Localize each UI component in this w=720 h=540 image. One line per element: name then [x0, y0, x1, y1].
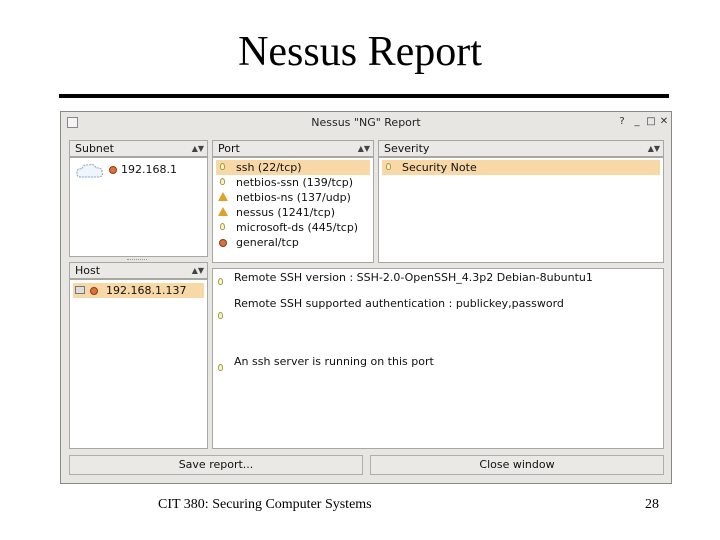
- window-title: Nessus "NG" Report: [311, 116, 421, 129]
- note-bulb-icon: [218, 278, 223, 285]
- help-button[interactable]: ?: [616, 116, 628, 128]
- port-item[interactable]: microsoft-ds (445/tcp): [216, 220, 370, 235]
- subnet-list[interactable]: 192.168.1: [69, 157, 208, 257]
- minimize-button[interactable]: _: [631, 116, 643, 128]
- sort-arrow-icon: ▲▼: [647, 144, 660, 153]
- port-label: microsoft-ds (445/tcp): [236, 221, 359, 234]
- danger-dot-icon: [109, 166, 117, 174]
- danger-dot-icon: [90, 287, 98, 295]
- save-report-button[interactable]: Save report...: [69, 455, 363, 475]
- port-label: nessus (1241/tcp): [236, 206, 336, 219]
- subnet-header-label: Subnet: [75, 142, 114, 155]
- sort-arrow-icon: ▲▼: [357, 144, 370, 153]
- port-label: netbios-ssn (139/tcp): [236, 176, 354, 189]
- severity-list[interactable]: Security Note: [378, 157, 664, 263]
- host-label: 192.168.1.137: [106, 284, 187, 297]
- sort-arrow-icon: ▲▼: [191, 144, 204, 153]
- port-label: netbios-ns (137/udp): [236, 191, 351, 204]
- network-cloud-icon: [76, 163, 103, 178]
- warning-icon: [218, 192, 228, 201]
- report-text-panel[interactable]: Remote SSH version : SSH-2.0-OpenSSH_4.3…: [212, 268, 664, 449]
- note-bulb-icon: [218, 312, 223, 319]
- severity-header[interactable]: Severity ▲▼: [378, 140, 664, 157]
- sort-arrow-icon: ▲▼: [191, 266, 204, 275]
- host-header[interactable]: Host ▲▼: [69, 262, 208, 279]
- subnet-header[interactable]: Subnet ▲▼: [69, 140, 208, 157]
- report-window: Nessus "NG" Report ? _ □ ✕ Subnet ▲▼ 192…: [60, 111, 672, 484]
- port-item[interactable]: netbios-ssn (139/tcp): [216, 175, 370, 190]
- report-line: An ssh server is running on this port: [234, 355, 434, 368]
- computer-icon: [75, 286, 85, 294]
- port-item[interactable]: ssh (22/tcp): [216, 160, 370, 175]
- port-label: general/tcp: [236, 236, 299, 249]
- note-bulb-icon: [220, 178, 225, 185]
- maximize-button[interactable]: □: [645, 116, 657, 128]
- host-item[interactable]: 192.168.1.137: [73, 283, 204, 298]
- port-item[interactable]: general/tcp: [216, 235, 370, 250]
- note-bulb-icon: [220, 223, 225, 230]
- severity-item[interactable]: Security Note: [382, 160, 660, 175]
- footer-course: CIT 380: Securing Computer Systems: [158, 497, 372, 512]
- port-header[interactable]: Port ▲▼: [212, 140, 374, 157]
- close-icon[interactable]: ✕: [658, 116, 670, 128]
- report-line: Remote SSH version : SSH-2.0-OpenSSH_4.3…: [234, 271, 593, 284]
- port-header-label: Port: [218, 142, 240, 155]
- note-bulb-icon: [386, 163, 391, 170]
- severity-label: Security Note: [402, 161, 477, 174]
- subnet-item[interactable]: 192.168.1: [73, 162, 204, 178]
- report-line: Remote SSH supported authentication : pu…: [234, 297, 564, 310]
- port-label: ssh (22/tcp): [236, 161, 302, 174]
- note-bulb-icon: [218, 364, 223, 371]
- host-list[interactable]: 192.168.1.137: [69, 279, 208, 449]
- slide-title: Nessus Report: [238, 29, 482, 75]
- close-window-button[interactable]: Close window: [370, 455, 664, 475]
- subnet-label: 192.168.1: [121, 163, 177, 176]
- port-list[interactable]: ssh (22/tcp) netbios-ssn (139/tcp) netbi…: [212, 157, 374, 263]
- warning-icon: [218, 207, 228, 216]
- window-titlebar[interactable]: Nessus "NG" Report ? _ □ ✕: [61, 112, 671, 134]
- severity-header-label: Severity: [384, 142, 430, 155]
- note-bulb-icon: [220, 163, 225, 170]
- host-header-label: Host: [75, 264, 101, 277]
- title-rule: [59, 94, 669, 98]
- port-item[interactable]: netbios-ns (137/udp): [216, 190, 370, 205]
- port-item[interactable]: nessus (1241/tcp): [216, 205, 370, 220]
- page-number: 28: [645, 497, 659, 512]
- danger-dot-icon: [219, 239, 227, 247]
